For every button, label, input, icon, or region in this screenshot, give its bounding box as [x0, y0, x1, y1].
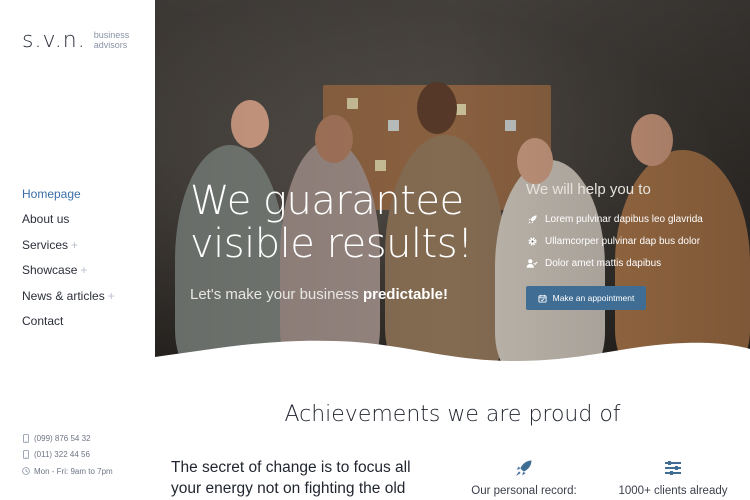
- contact-hours-text: Mon - Fri: 9am to 7pm: [34, 466, 113, 476]
- plus-icon: +: [107, 288, 115, 303]
- achievements-text-line2: your energy not on fighting the old: [171, 480, 406, 497]
- help-item-text: Lorem pulvinar dapibus leo glavrida: [545, 213, 703, 225]
- sliders-icon: [612, 458, 734, 478]
- achievements-title: Achievements we are proud of: [284, 402, 621, 427]
- hero-title-line2: visible results!: [190, 221, 473, 267]
- help-item-text: Ullamcorper pulvinar dap bus dolor: [545, 235, 701, 247]
- stat-clients: 1000+ clients already: [612, 458, 734, 497]
- logo-tagline-line2: advisors: [93, 40, 128, 50]
- nav-item-about[interactable]: About us: [22, 207, 115, 233]
- calendar-icon: [538, 294, 547, 303]
- nav-item-label: Contact: [22, 314, 64, 329]
- gear-icon: [526, 235, 538, 247]
- main-nav: Homepage About us Services + Showcase + Ne…: [22, 181, 115, 334]
- mobile-icon: [22, 450, 30, 460]
- user-check-icon: [526, 257, 538, 269]
- logo[interactable]: s.v.n. business advisors: [22, 30, 129, 52]
- achievements-text: The secret of change is to focus all you…: [171, 457, 441, 499]
- rocket-icon: [526, 213, 538, 225]
- nav-item-services[interactable]: Services +: [22, 232, 115, 258]
- nav-item-news[interactable]: News & articles +: [22, 283, 115, 309]
- nav-item-label: Showcase: [22, 263, 78, 278]
- contact-phone-2[interactable]: (011) 322 44 56: [22, 447, 113, 464]
- hero-section: We guarantee visible results! Let's make…: [155, 0, 750, 375]
- sidebar: s.v.n. business advisors Homepage About …: [0, 0, 155, 500]
- nav-item-label: About us: [22, 212, 70, 227]
- stat-personal-record: Our personal record:: [470, 458, 578, 497]
- contact-phone-1[interactable]: (099) 876 54 32: [22, 430, 113, 447]
- make-appointment-button[interactable]: Make an appointment: [526, 286, 646, 310]
- logo-tagline-line1: business: [93, 30, 130, 40]
- hero-subtitle: Let's make your business predictable!: [190, 286, 448, 303]
- hero-title: We guarantee visible results!: [190, 180, 473, 266]
- achievements-text-line1: The secret of change is to focus all: [171, 459, 411, 476]
- clock-icon: [22, 467, 30, 476]
- rocket-icon: [470, 458, 578, 478]
- contact-info: (099) 876 54 32 (011) 322 44 56 Mon - Fr…: [22, 430, 113, 480]
- nav-item-label: Services: [22, 237, 69, 252]
- stat-label: 1000+ clients already: [618, 485, 728, 497]
- plus-icon: +: [80, 263, 88, 278]
- mobile-icon: [22, 433, 30, 443]
- hero-subtitle-bold: predictable!: [362, 286, 448, 303]
- help-item: Dolor amet mattis dapibus: [526, 252, 703, 274]
- hero-title-line1: We guarantee: [190, 178, 464, 224]
- nav-item-label: News & articles: [22, 288, 105, 303]
- stat-label: Our personal record:: [471, 485, 577, 497]
- contact-phone-1-text: (099) 876 54 32: [34, 433, 91, 443]
- help-title: We will help you to: [526, 181, 651, 198]
- nav-item-contact[interactable]: Contact: [22, 309, 115, 335]
- help-item: Ullamcorper pulvinar dap bus dolor: [526, 230, 703, 252]
- nav-item-showcase[interactable]: Showcase +: [22, 258, 115, 284]
- contact-hours: Mon - Fri: 9am to 7pm: [22, 463, 113, 480]
- logo-mark: s.v.n.: [22, 28, 86, 53]
- help-item: Lorem pulvinar dapibus leo glavrida: [526, 208, 703, 230]
- contact-phone-2-text: (011) 322 44 56: [34, 450, 90, 460]
- logo-tagline: business advisors: [94, 30, 130, 50]
- plus-icon: +: [71, 237, 79, 252]
- help-item-text: Dolor amet mattis dapibus: [545, 257, 662, 269]
- hero-subtitle-plain: Let's make your business: [190, 286, 363, 303]
- nav-item-homepage[interactable]: Homepage: [22, 181, 115, 207]
- make-appointment-label: Make an appointment: [552, 293, 635, 303]
- nav-item-label: Homepage: [22, 186, 81, 201]
- help-list: Lorem pulvinar dapibus leo glavrida Ulla…: [526, 208, 703, 274]
- hero-wave-divider: [155, 340, 750, 375]
